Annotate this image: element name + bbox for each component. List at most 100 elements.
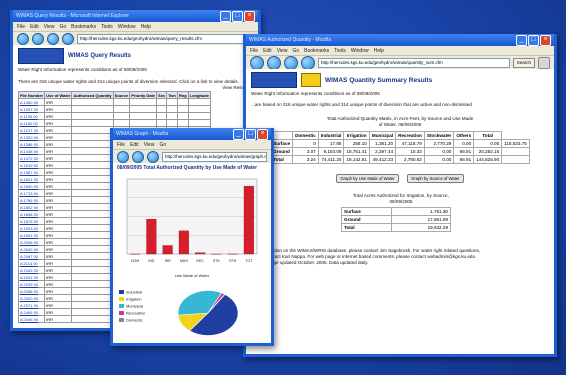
file-number-link[interactable]: A 2288 00: [17, 287, 46, 295]
search-button[interactable]: Search: [512, 58, 535, 68]
back-arrow-icon[interactable]: [250, 56, 264, 70]
menu-view[interactable]: View: [44, 24, 55, 30]
file-number-link[interactable]: A 1519 00: [17, 161, 46, 169]
acres-source: Total: [340, 223, 393, 232]
menu-edit[interactable]: Edit: [130, 142, 139, 148]
address-bar[interactable]: http://hercules.kgs.ku.edu/geohydro/wima…: [162, 152, 267, 162]
menu-tools[interactable]: Tools: [101, 24, 113, 30]
column-header[interactable]: Longitude: [187, 91, 211, 99]
file-number-link[interactable]: A 1097 00: [17, 105, 46, 113]
file-number-link[interactable]: A 1060 00: [17, 98, 46, 106]
close-icon[interactable]: ×: [540, 34, 551, 46]
column-header[interactable]: File Number: [17, 91, 46, 99]
acres-table-title: Total Acres Authorized for Irrigation, b…: [353, 193, 449, 204]
file-number-link[interactable]: A 1621 00: [17, 175, 46, 183]
menu-help[interactable]: Help: [374, 48, 384, 54]
minimize-icon[interactable]: _: [233, 128, 244, 140]
address-bar[interactable]: http://hercules.kgs.ku.edu/geohydro/wima…: [318, 58, 510, 68]
forward-arrow-icon[interactable]: [267, 56, 281, 70]
menu-edit[interactable]: Edit: [263, 48, 272, 54]
menu-file[interactable]: File: [250, 48, 258, 54]
matrix-cell: 10.33: [395, 147, 425, 156]
column-header[interactable]: Use of Water: [44, 91, 73, 99]
forward-arrow-icon[interactable]: [32, 33, 44, 45]
main-window-titlebar[interactable]: WIMAS Authorized Quantity - Mozilla _ □ …: [246, 34, 554, 46]
file-number-link[interactable]: A 2114 00: [17, 259, 46, 267]
back-window-titlebar[interactable]: WIMAS Query Results - Microsoft Internet…: [13, 10, 258, 22]
column-header[interactable]: Priority Date: [129, 91, 158, 99]
file-number-link[interactable]: A 1802 00: [17, 203, 46, 211]
file-number-link[interactable]: A 1217 00: [17, 126, 46, 134]
stop-icon[interactable]: [301, 56, 315, 70]
column-header[interactable]: Authorized Quantity: [71, 91, 114, 99]
file-number-link[interactable]: A 2371 00: [17, 301, 46, 309]
file-number-link[interactable]: A 1472 00: [17, 154, 46, 162]
file-number-link[interactable]: A 1438 00: [17, 147, 46, 155]
reload-icon[interactable]: [147, 151, 159, 163]
forward-arrow-icon[interactable]: [132, 151, 144, 163]
table-cell: [129, 112, 158, 120]
file-number-link[interactable]: A 1182 00: [17, 119, 46, 127]
graph-by-use-button[interactable]: Graph by Use Made of Water: [336, 174, 399, 183]
menu-tools[interactable]: Tools: [334, 48, 346, 54]
maximize-icon[interactable]: □: [232, 10, 243, 22]
matrix-column-header: Recreation: [395, 131, 425, 140]
file-number-link[interactable]: A 1766 00: [17, 196, 46, 204]
table-cell: [176, 119, 189, 127]
minimize-icon[interactable]: _: [516, 34, 527, 46]
close-icon[interactable]: ×: [257, 128, 268, 140]
table-cell: [71, 154, 114, 162]
file-number-link[interactable]: A 2320 00: [17, 294, 46, 302]
menu-file[interactable]: File: [17, 24, 25, 30]
file-number-link[interactable]: A 1875 00: [17, 217, 46, 225]
menu-view[interactable]: View: [277, 48, 288, 54]
column-header[interactable]: Source: [112, 91, 131, 99]
file-number-link[interactable]: A 2259 00: [17, 280, 46, 288]
maximize-icon[interactable]: □: [528, 34, 539, 46]
menu-window[interactable]: Window: [351, 48, 369, 54]
menu-help[interactable]: Help: [141, 24, 151, 30]
address-bar[interactable]: http://hercules.kgs.ku.edu/geohydro/wima…: [77, 34, 254, 44]
menu-window[interactable]: Window: [118, 24, 136, 30]
file-number-link[interactable]: A 1848 00: [17, 210, 46, 218]
file-number-link[interactable]: A 1903 00: [17, 224, 46, 232]
column-header[interactable]: Sec: [156, 91, 168, 99]
menu-file[interactable]: File: [117, 142, 125, 148]
file-number-link[interactable]: A 2405 00: [17, 308, 46, 316]
menu-go[interactable]: Go: [159, 142, 166, 148]
file-number-link[interactable]: A 1951 00: [17, 231, 46, 239]
file-number-link[interactable]: A 1320 00: [17, 133, 46, 141]
file-number-link[interactable]: A 1386 00: [17, 140, 46, 148]
kgs-logo: [18, 48, 64, 64]
file-number-link[interactable]: A 2040 00: [17, 245, 46, 253]
chart-window-titlebar[interactable]: WIMAS Graph - Mozilla _ □ ×: [113, 128, 271, 140]
file-number-link[interactable]: A 2006 00: [17, 238, 46, 246]
reload-icon[interactable]: [47, 33, 59, 45]
file-number-link[interactable]: A 2446 00: [17, 315, 46, 323]
reload-icon[interactable]: [284, 56, 298, 70]
menu-edit[interactable]: Edit: [30, 24, 39, 30]
column-header[interactable]: Twn: [166, 91, 178, 99]
close-icon[interactable]: ×: [244, 10, 255, 22]
graph-by-source-button[interactable]: Graph by Source of Water: [407, 174, 464, 183]
table-cell: [71, 273, 114, 281]
column-header[interactable]: Rng: [176, 91, 189, 99]
file-number-link[interactable]: A 1587 00: [17, 168, 46, 176]
file-number-link[interactable]: A 1155 00: [17, 112, 46, 120]
back-arrow-icon[interactable]: [117, 151, 129, 163]
file-number-link[interactable]: A 2087 00: [17, 252, 46, 260]
menu-view[interactable]: View: [144, 142, 155, 148]
main-page-content: WIMAS Quantity Summary Results Water Rig…: [246, 69, 554, 354]
maximize-icon[interactable]: □: [245, 128, 256, 140]
menu-go[interactable]: Go: [59, 24, 66, 30]
menu-bookmarks[interactable]: Bookmarks: [71, 24, 96, 30]
file-number-link[interactable]: A 1690 00: [17, 182, 46, 190]
file-number-link[interactable]: A 2201 00: [17, 273, 46, 281]
file-number-link[interactable]: A 2163 00: [17, 266, 46, 274]
stop-icon[interactable]: [62, 33, 74, 45]
menu-go[interactable]: Go: [292, 48, 299, 54]
menu-bookmarks[interactable]: Bookmarks: [304, 48, 329, 54]
file-number-link[interactable]: A 1713 00: [17, 189, 46, 197]
back-arrow-icon[interactable]: [17, 33, 29, 45]
minimize-icon[interactable]: _: [220, 10, 231, 22]
